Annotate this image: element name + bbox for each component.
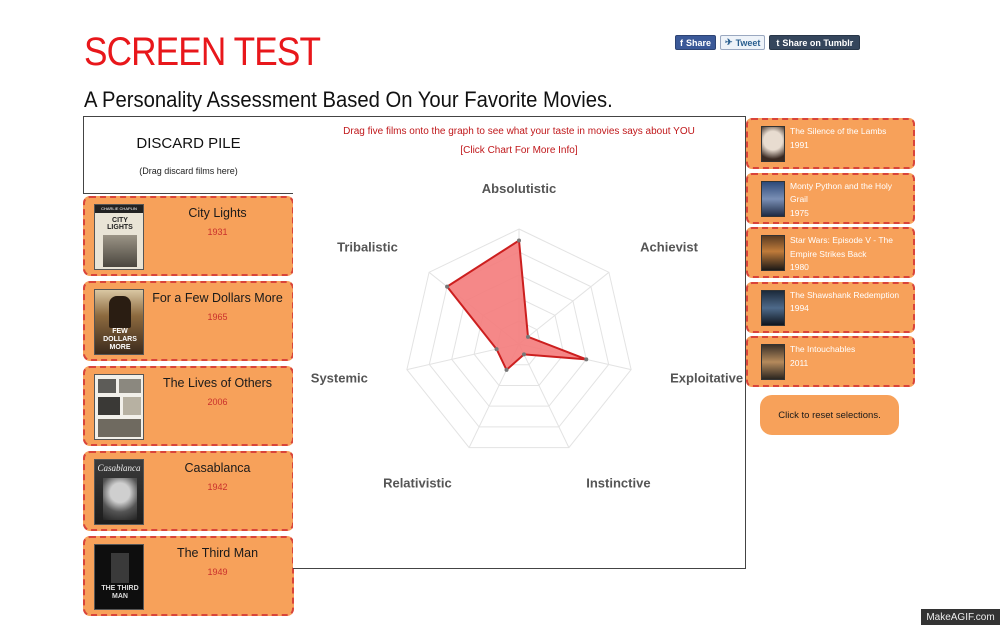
- radar-axis-label-systemic: Systemic: [311, 370, 368, 385]
- film-list-left: CHARLIE CHAPLIN CITY LIGHTS City Lights …: [83, 196, 294, 621]
- radar-axis-label-relativistic: Relativistic: [383, 476, 452, 491]
- tumblr-share-label: Share on Tumblr: [782, 37, 854, 48]
- film-title: City Lights: [188, 206, 247, 220]
- radar-axis-label-tribalistic: Tribalistic: [337, 239, 398, 254]
- film-card-star-wars-episode-v[interactable]: Star Wars: Episode V - The Empire Strike…: [746, 227, 915, 278]
- radar-point-systemic: [494, 347, 499, 352]
- tweet-label: Tweet: [735, 37, 761, 48]
- personality-chart[interactable]: Drag five films onto the graph to see wh…: [293, 116, 746, 569]
- film-year: 1965: [207, 312, 228, 322]
- poster-the-shawshank-redemption: [761, 289, 785, 326]
- film-year: 1975: [790, 207, 809, 218]
- film-title: The Shawshank Redemption: [790, 289, 900, 300]
- poster-city-lights-top: CHARLIE CHAPLIN: [95, 205, 143, 213]
- film-year: 1942: [207, 482, 228, 492]
- film-year: 1931: [207, 227, 228, 237]
- film-year: 1994: [790, 303, 809, 313]
- film-card-monty-python-and-the-holy-grail[interactable]: Monty Python and the Holy Grail 1975: [746, 172, 915, 224]
- discard-pile-title: DISCARD PILE: [136, 135, 241, 152]
- film-title: Monty Python and the Holy Grail: [790, 180, 893, 205]
- poster-for-a-few-dollars-more: FEW DOLLARS MORE: [94, 289, 144, 355]
- share-bar: f Share ✈ Tweet t Share on Tumblr: [675, 35, 861, 50]
- twitter-icon: ✈: [725, 37, 733, 47]
- film-card-the-lives-of-others[interactable]: The Lives of Others 2006: [83, 366, 294, 446]
- poster-the-lives-of-others: [94, 374, 144, 440]
- poster-third-man-title: THE THIRD MAN: [101, 585, 139, 600]
- radar-point-tribalistic: [445, 284, 450, 289]
- film-year: 1980: [790, 262, 809, 272]
- radar-chart[interactable]: Absolutistic Achievist Exploitative Instinc…: [293, 117, 746, 570]
- poster-the-intouchables: [761, 344, 785, 380]
- film-card-the-intouchables[interactable]: The Intouchables 2011: [746, 336, 915, 387]
- poster-star-wars-episode-v: [761, 235, 785, 271]
- film-card-city-lights[interactable]: CHARLIE CHAPLIN CITY LIGHTS City Lights …: [83, 196, 294, 276]
- discard-pile[interactable]: DISCARD PILE (Drag discard films here): [83, 116, 294, 194]
- film-card-the-shawshank-redemption[interactable]: The Shawshank Redemption 1994: [746, 281, 915, 333]
- film-card-the-third-man[interactable]: THE THIRD MAN The Third Man 1949: [83, 536, 294, 616]
- watermark: MakeAGIF.com: [921, 609, 1000, 625]
- poster-the-silence-of-the-lambs: [761, 126, 785, 162]
- film-card-the-silence-of-the-lambs[interactable]: The Silence of the Lambs 1991: [746, 118, 915, 169]
- film-title: The Silence of the Lambs: [790, 126, 887, 136]
- film-card-for-a-few-dollars-more[interactable]: FEW DOLLARS MORE For a Few Dollars More …: [83, 281, 294, 361]
- poster-casablanca-title: Casablanca: [97, 463, 141, 473]
- film-title: The Intouchables: [790, 344, 856, 354]
- poster-casablanca: Casablanca: [94, 459, 144, 525]
- facebook-icon: f: [680, 37, 683, 48]
- facebook-share-button[interactable]: f Share: [675, 35, 717, 50]
- film-year: 1991: [790, 139, 809, 150]
- poster-monty-python-and-the-holy-grail: [761, 180, 785, 217]
- radar-point-exploitative: [584, 357, 589, 362]
- reset-selections-button[interactable]: Click to reset selections.: [760, 395, 899, 435]
- film-title: The Lives of Others: [162, 376, 273, 390]
- tweet-button[interactable]: ✈ Tweet: [720, 35, 766, 50]
- radar-axis-label-exploitative: Exploitative: [670, 370, 743, 385]
- page-title: SCREEN TEST: [84, 30, 321, 74]
- film-title: For a Few Dollars More: [152, 291, 283, 305]
- radar-data-area[interactable]: [445, 238, 587, 372]
- film-list-right: The Silence of the Lambs 1991 Monty Pytho…: [746, 118, 916, 391]
- film-card-casablanca[interactable]: Casablanca Casablanca 1942: [83, 451, 294, 531]
- tumblr-share-button[interactable]: t Share on Tumblr: [769, 35, 861, 50]
- poster-city-lights: CHARLIE CHAPLIN CITY LIGHTS: [94, 204, 144, 270]
- poster-city-lights-title: CITY LIGHTS: [107, 217, 133, 231]
- radar-axis-label-absolutistic: Absolutistic: [482, 181, 556, 196]
- tumblr-icon: t: [776, 37, 780, 48]
- facebook-share-label: Share: [686, 37, 712, 48]
- radar-point-instinctive: [521, 352, 526, 357]
- radar-point-relativistic: [504, 367, 509, 372]
- poster-few-dollars-title: FEW DOLLARS MORE: [103, 328, 137, 351]
- poster-the-third-man: THE THIRD MAN: [94, 544, 144, 610]
- radar-axis-label-instinctive: Instinctive: [586, 476, 650, 491]
- film-year: 2011: [790, 357, 809, 368]
- film-title: The Third Man: [176, 546, 259, 560]
- film-year: 1949: [207, 567, 228, 577]
- page-subtitle: A Personality Assessment Based On Your F…: [84, 87, 613, 112]
- radar-axis-line: [518, 343, 570, 448]
- discard-pile-hint: (Drag discard films here): [139, 166, 238, 176]
- film-title: Casablanca: [184, 461, 251, 475]
- film-title: Star Wars: Episode V - The Empire Strike…: [790, 235, 893, 259]
- film-year: 2006: [207, 397, 228, 407]
- radar-point-achievist: [525, 334, 530, 339]
- radar-point-absolutistic: [517, 238, 521, 243]
- radar-axis-label-achievist: Achievist: [640, 239, 698, 254]
